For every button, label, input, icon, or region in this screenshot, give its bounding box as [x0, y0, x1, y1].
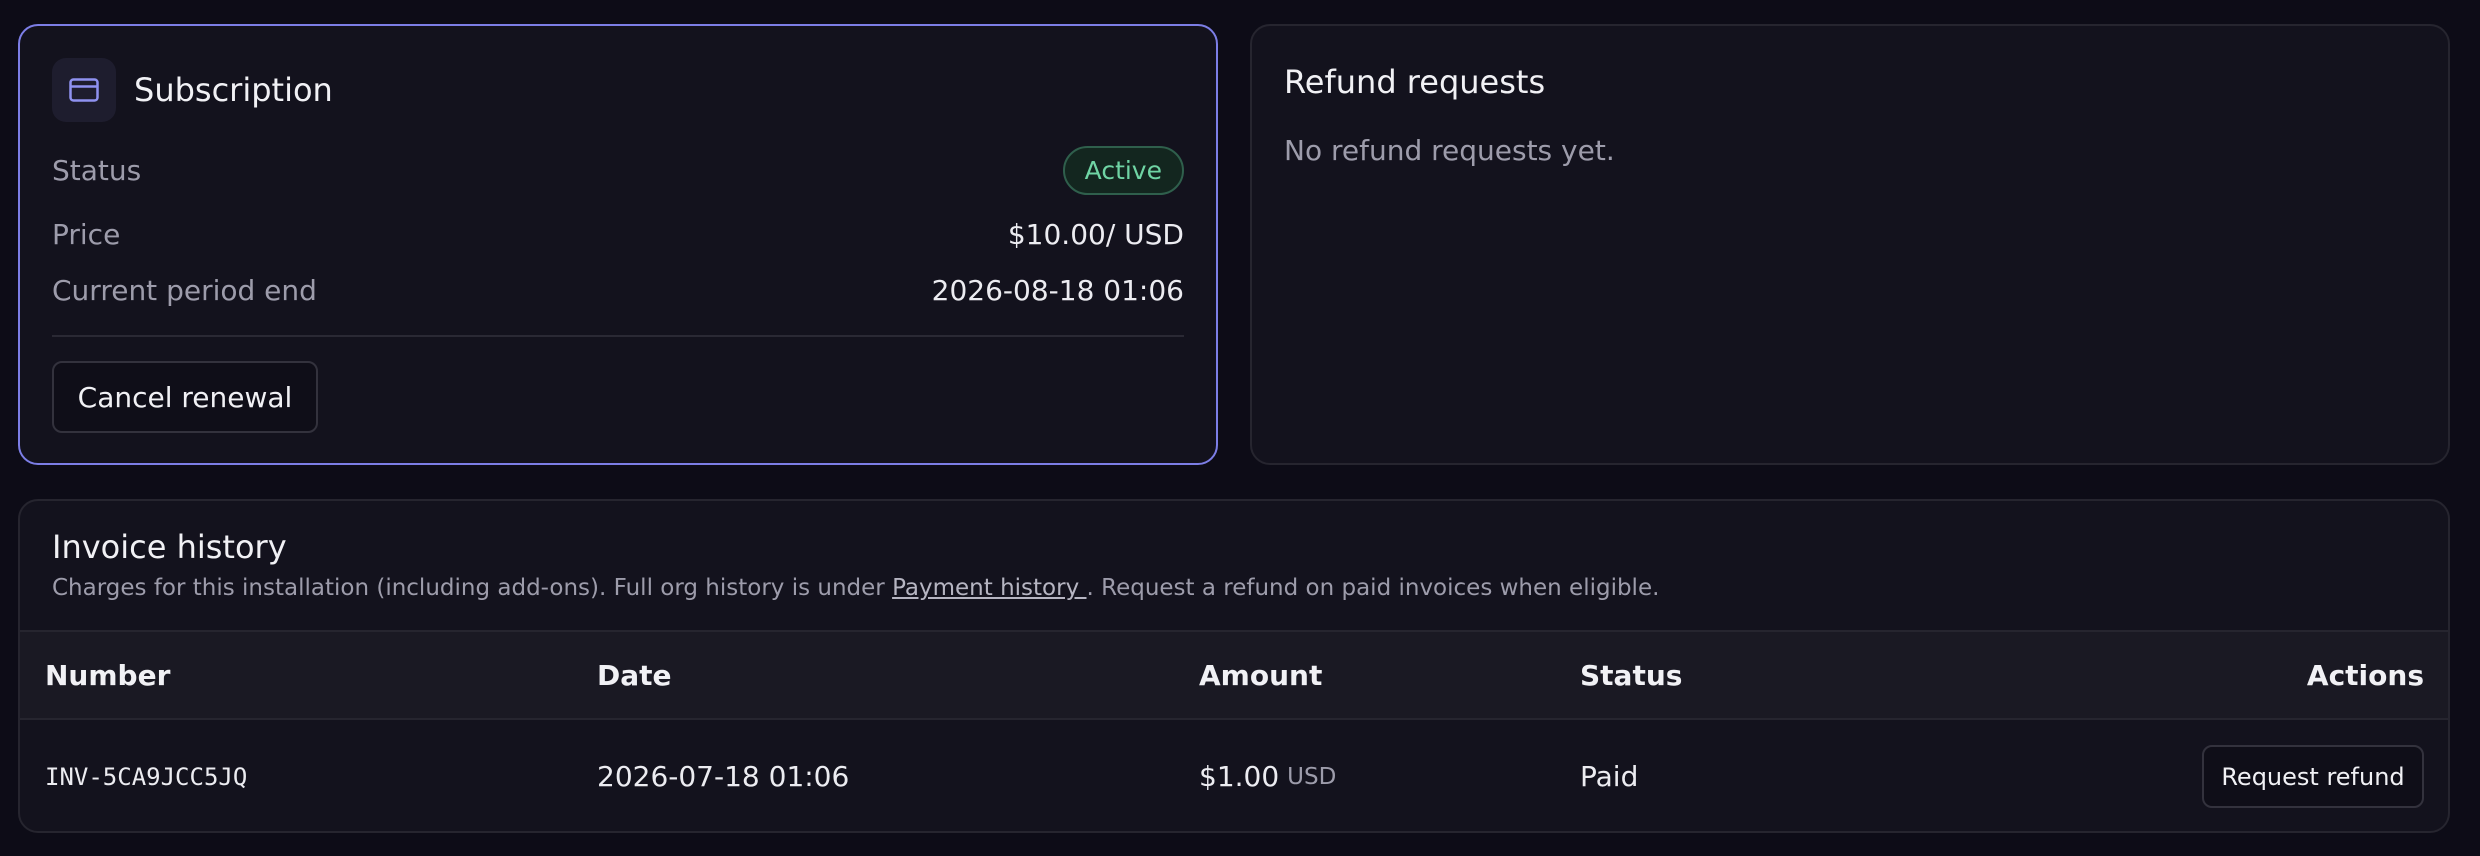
status-label: Status [52, 154, 142, 187]
payment-history-link[interactable]: Payment history [892, 575, 1086, 601]
table-row: INV-5CA9JCC5JQ 2026-07-18 01:06 $1.00 USD… [20, 720, 2448, 831]
invoice-status: Paid [1580, 760, 1639, 793]
description-text: Charges for this installation (including… [52, 575, 893, 601]
subscription-title: Subscription [134, 71, 333, 109]
cancel-renewal-button[interactable]: Cancel renewal [52, 361, 318, 433]
period-end-value: 2026-08-18 01:06 [931, 274, 1184, 307]
invoice-amount: $1.00 USD [1199, 720, 1337, 831]
credit-card-icon [52, 58, 116, 122]
status-badge: Active [1062, 146, 1184, 195]
amount-currency: USD [1287, 763, 1337, 790]
column-header-actions: Actions [2306, 658, 2424, 692]
invoice-history-description: Charges for this installation (including… [52, 575, 1659, 601]
amount-value: $1.00 [1199, 760, 1280, 793]
column-header-amount: Amount [1199, 658, 1323, 692]
refund-requests-title: Refund requests [1284, 63, 1546, 101]
price-label: Price [52, 218, 121, 251]
invoice-date: 2026-07-18 01:06 [597, 760, 850, 793]
invoice-history-title: Invoice history [52, 528, 287, 566]
subscription-card: Subscription Status Active Price $10.00/… [18, 24, 1218, 465]
price-value: $10.00/ USD [1007, 218, 1184, 251]
refund-requests-card: Refund requests No refund requests yet. [1250, 24, 2450, 465]
column-header-number: Number [45, 658, 171, 692]
request-refund-button[interactable]: Request refund [2202, 745, 2424, 808]
status-row: Status Active [52, 146, 1184, 195]
table-header: Number Date Amount Status Actions [20, 630, 2448, 720]
period-end-label: Current period end [52, 274, 317, 307]
description-text-end: . Request a refund on paid invoices when… [1086, 575, 1660, 601]
price-row: Price $10.00/ USD [52, 218, 1184, 251]
divider [52, 335, 1184, 337]
period-end-row: Current period end 2026-08-18 01:06 [52, 274, 1184, 307]
column-header-date: Date [597, 658, 672, 692]
invoice-number: INV-5CA9JCC5JQ [45, 762, 248, 791]
subscription-header: Subscription [52, 58, 333, 122]
column-header-status: Status [1580, 658, 1683, 692]
invoice-history-card: Invoice history Charges for this install… [18, 499, 2450, 833]
refund-empty-state: No refund requests yet. [1284, 134, 1615, 167]
